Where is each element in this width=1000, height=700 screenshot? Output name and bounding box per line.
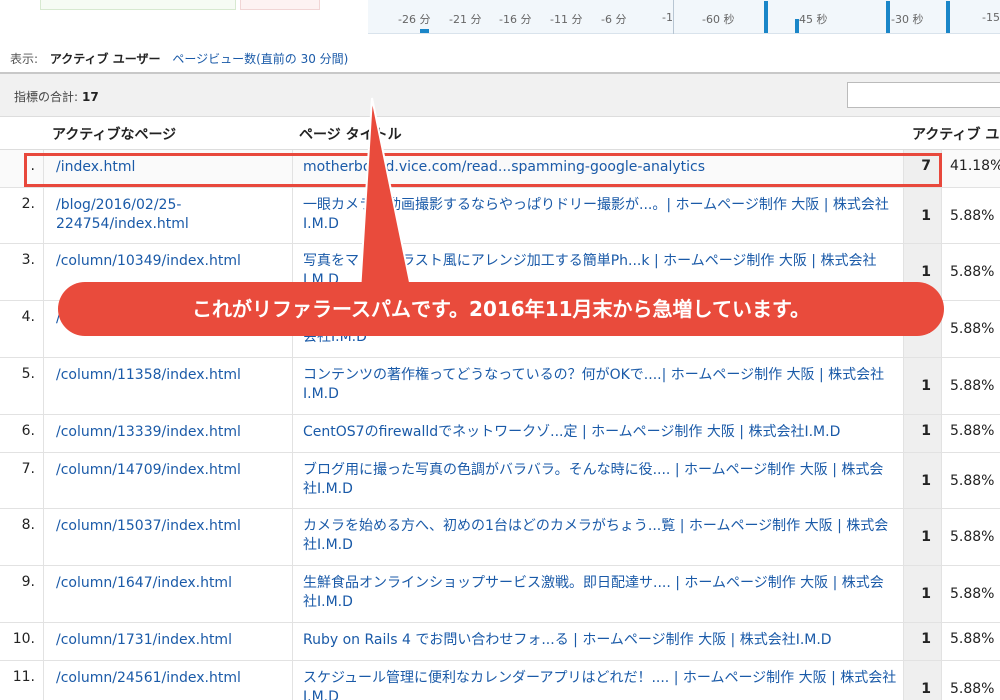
row-active-users: 7 xyxy=(904,150,942,187)
row-percentage: 5.88% xyxy=(950,473,995,489)
row-active-users: 1 xyxy=(904,415,942,452)
row-number: 4. xyxy=(0,301,44,357)
table-row: 2. /blog/2016/02/25-224754/index.html 一眼… xyxy=(0,188,1000,244)
timeline-bar xyxy=(420,29,429,33)
row-page-link[interactable]: /column/14709/index.html xyxy=(44,453,293,508)
row-active-users: 1 xyxy=(904,188,942,243)
row-title-link[interactable]: 一眼カメラで動画撮影するならやっぱりドリー撮影が...。| ホームページ制作 大… xyxy=(293,188,904,243)
column-header-active-page[interactable]: アクティブなページ xyxy=(52,124,176,144)
row-percentage: 5.88% xyxy=(950,586,995,602)
row-active-users: 1 xyxy=(904,453,942,508)
row-number: 3. xyxy=(0,244,44,300)
timeline-bar xyxy=(886,1,890,33)
row-page-link[interactable]: /index.html xyxy=(44,150,293,187)
row-percentage: 5.88% xyxy=(950,529,995,545)
row-number: 5. xyxy=(0,358,44,414)
table-row: 11. /column/24561/index.html スケジュール管理に便利… xyxy=(0,661,1000,700)
row-page-link[interactable]: /column/24561/index.html xyxy=(44,661,293,700)
row-title-link[interactable]: スケジュール管理に便利なカレンダーアプリはどれだ！.... | ホームページ制作… xyxy=(293,661,904,700)
view-toggle: 表示: アクティブ ユーザー ページビュー数(直前の 30 分間) xyxy=(10,50,356,67)
column-header-active-users[interactable]: アクティブ ユ xyxy=(912,124,999,144)
row-number: 7. xyxy=(0,453,44,508)
row-number: 10. xyxy=(0,623,44,660)
row-active-users: 1 xyxy=(904,358,942,414)
row-number: . xyxy=(0,150,44,187)
timeline-tick-label: -30 秒 xyxy=(891,13,924,26)
row-page-link[interactable]: /column/1647/index.html xyxy=(44,566,293,622)
view-label: 表示: xyxy=(10,52,39,66)
column-header-page-title[interactable]: ページ タイトル xyxy=(299,124,402,144)
table-row: 9. /column/1647/index.html 生鮮食品オンラインショップ… xyxy=(0,566,1000,623)
view-option-pageviews[interactable]: ページビュー数(直前の 30 分間) xyxy=(172,52,348,66)
metrics-total-value: 17 xyxy=(82,90,99,104)
metrics-summary-bar: 指標の合計: 17 xyxy=(0,72,1000,117)
row-percentage: 5.88% xyxy=(950,208,995,224)
row-number: 9. xyxy=(0,566,44,622)
row-title-link[interactable]: カメラを始める方へ、初めの1台はどのカメラがちょう...覧 | ホームページ制作… xyxy=(293,509,904,565)
row-title-link[interactable]: ブログ用に撮った写真の色調がバラバラ。そんな時に役.... | ホームページ制作… xyxy=(293,453,904,508)
row-title-link[interactable]: コンテンツの著作権ってどうなっているの？何がOKで....| ホームページ制作 … xyxy=(293,358,904,414)
row-title-link[interactable]: Ruby on Rails 4 でお問い合わせフォ...る | ホームページ制作… xyxy=(293,623,904,660)
table-row: . /index.html motherboard.vice.com/read.… xyxy=(0,150,1000,188)
timeline-tick-label: -11 分 xyxy=(550,13,583,26)
row-page-link[interactable]: /column/15037/index.html xyxy=(44,509,293,565)
referrer-spam-callout: これがリファラースパムです。2016年11月末から急増しています。 xyxy=(58,282,944,336)
row-title-link[interactable]: 生鮮食品オンラインショップサービス激戦。即日配達サ.... | ホームページ制作… xyxy=(293,566,904,622)
table-row: 7. /column/14709/index.html ブログ用に撮った写真の色… xyxy=(0,453,1000,509)
row-percentage: 5.88% xyxy=(950,264,995,280)
timeline-tick-label: -45 秒 xyxy=(795,13,828,26)
table-row: 8. /column/15037/index.html カメラを始める方へ、初め… xyxy=(0,509,1000,566)
timeline-tick-label: -60 秒 xyxy=(702,13,735,26)
row-active-users: 1 xyxy=(904,623,942,660)
timeline-tick-label: -1 xyxy=(662,11,673,24)
row-active-users: 1 xyxy=(904,661,942,700)
timeline-tick-label: -16 分 xyxy=(499,13,532,26)
table-row: 5. /column/11358/index.html コンテンツの著作権ってど… xyxy=(0,358,1000,415)
timeline-bar xyxy=(764,1,768,33)
row-page-link[interactable]: /blog/2016/02/25-224754/index.html xyxy=(44,188,293,243)
table-row: 10. /column/1731/index.html Ruby on Rail… xyxy=(0,623,1000,661)
row-percentage: 5.88% xyxy=(950,423,995,439)
timeline-tick-label: -26 分 xyxy=(398,13,431,26)
table-row: 6. /column/13339/index.html CentOS7のfire… xyxy=(0,415,1000,453)
mini-chart-green xyxy=(40,0,236,10)
row-number: 2. xyxy=(0,188,44,243)
timeline-tick-label: -15 xyxy=(982,11,1000,24)
timeline-divider xyxy=(673,0,674,34)
timeline-axis: -26 分 -21 分 -16 分 -11 分 -6 分 -1 -60 秒 -4… xyxy=(368,0,1000,34)
view-option-active-users[interactable]: アクティブ ユーザー xyxy=(50,52,161,66)
row-number: 11. xyxy=(0,661,44,700)
table-header: アクティブなページ ページ タイトル アクティブ ユ xyxy=(0,117,1000,150)
row-title-link[interactable]: motherboard.vice.com/read...spamming-goo… xyxy=(293,150,904,187)
mini-chart-red xyxy=(240,0,320,10)
row-percentage: 41.18% xyxy=(950,158,1000,174)
row-percentage: 5.88% xyxy=(950,681,995,697)
row-page-link[interactable]: /column/1731/index.html xyxy=(44,623,293,660)
metrics-total-label: 指標の合計: xyxy=(14,90,79,104)
active-pages-table: アクティブなページ ページ タイトル アクティブ ユ . /index.html… xyxy=(0,117,1000,700)
row-number: 8. xyxy=(0,509,44,565)
timeline-bar xyxy=(946,1,950,33)
table-filter-input[interactable] xyxy=(847,82,1000,108)
row-page-link[interactable]: /column/13339/index.html xyxy=(44,415,293,452)
row-percentage: 5.88% xyxy=(950,321,995,337)
row-percentage: 5.88% xyxy=(950,378,995,394)
timeline-tick-label: -6 分 xyxy=(601,13,627,26)
row-percentage: 5.88% xyxy=(950,631,995,647)
row-active-users: 1 xyxy=(904,509,942,565)
row-number: 6. xyxy=(0,415,44,452)
row-title-link[interactable]: CentOS7のfirewalldでネットワークゾ...定 | ホームページ制作… xyxy=(293,415,904,452)
realtime-timeline-strip: -26 分 -21 分 -16 分 -11 分 -6 分 -1 -60 秒 -4… xyxy=(0,0,1000,36)
timeline-bar xyxy=(795,19,799,33)
timeline-tick-label: -21 分 xyxy=(449,13,482,26)
row-active-users: 1 xyxy=(904,566,942,622)
row-page-link[interactable]: /column/11358/index.html xyxy=(44,358,293,414)
metrics-total: 指標の合計: 17 xyxy=(14,88,99,105)
